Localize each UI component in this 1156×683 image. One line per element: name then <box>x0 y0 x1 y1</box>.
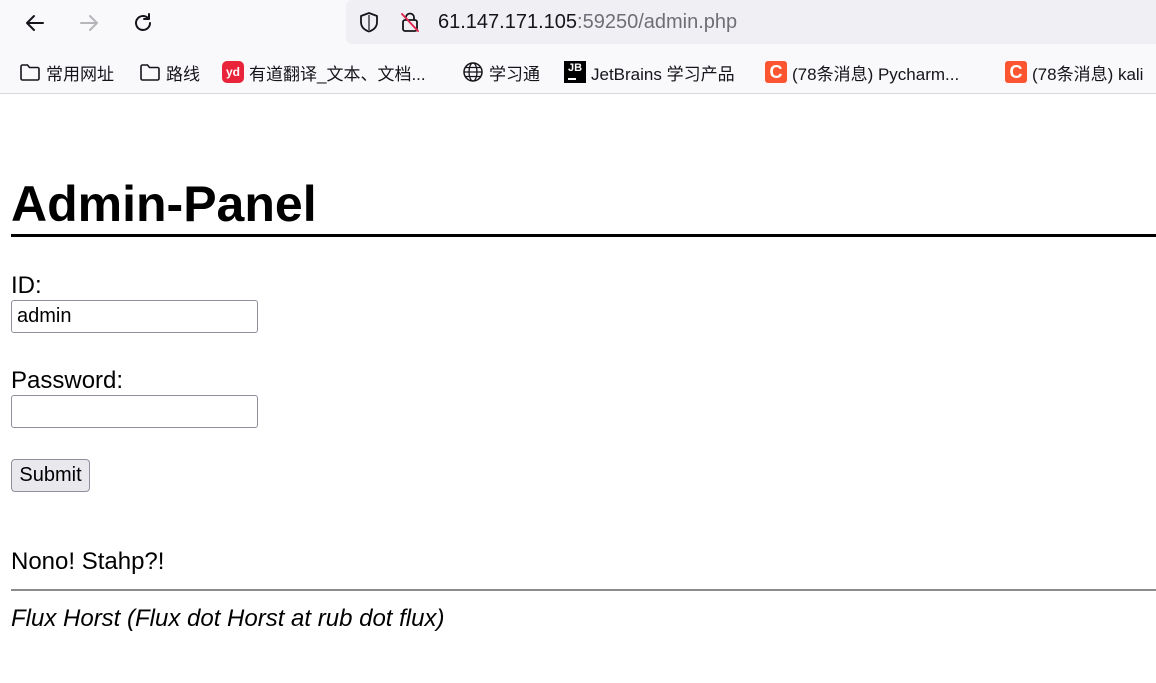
bookmark-label: 有道翻译_文本、文档... <box>249 64 426 84</box>
back-button[interactable] <box>19 7 51 39</box>
bookmark-label: (78条消息) Pycharm... <box>792 64 960 84</box>
url-host: 61.147.171.105 <box>438 11 578 33</box>
shield-icon[interactable] <box>358 11 380 33</box>
bookmark-label: 路线 <box>166 64 200 84</box>
bookmark-jetbrains[interactable]: JB JetBrains 学习产品 <box>564 60 735 84</box>
password-label: Password: <box>11 367 124 394</box>
browser-toolbar: 61.147.171.105:59250/admin.php <box>0 0 1156 46</box>
csdn-icon: C <box>1005 61 1027 83</box>
page-content: Admin-Panel ID: Password: Submit Nono! S… <box>0 95 1156 683</box>
bookmarks-bar: 常用网址 路线 yd 有道翻译_文本、文档... 学习通 JB JetBrain… <box>0 46 1156 94</box>
arrow-left-icon <box>26 15 44 31</box>
password-input[interactable] <box>11 395 258 428</box>
bookmark-folder-route[interactable]: 路线 <box>139 60 200 84</box>
arrow-right-icon <box>80 15 98 31</box>
bookmark-label: 常用网址 <box>46 64 114 84</box>
jetbrains-icon: JB <box>564 61 586 83</box>
folder-icon <box>139 61 161 83</box>
forward-button[interactable] <box>73 7 105 39</box>
divider <box>11 589 1156 591</box>
id-label: ID: <box>11 272 42 299</box>
bookmark-label: JetBrains 学习产品 <box>591 64 735 84</box>
insecure-lock-icon[interactable] <box>399 11 421 33</box>
status-message: Nono! Stahp?! <box>11 548 165 575</box>
folder-icon <box>19 61 41 83</box>
url-path: :59250/admin.php <box>577 11 738 33</box>
bookmark-label: (78条消息) kali <box>1032 64 1144 84</box>
page-title: Admin-Panel <box>11 176 1156 237</box>
bookmark-folder-common[interactable]: 常用网址 <box>19 60 114 84</box>
reload-button[interactable] <box>127 7 159 39</box>
csdn-icon: C <box>765 61 787 83</box>
bookmark-label: 学习通 <box>489 64 540 84</box>
reload-icon <box>135 13 151 31</box>
bookmark-csdn-pycharm[interactable]: C (78条消息) Pycharm... <box>765 60 959 84</box>
globe-icon <box>462 61 484 83</box>
bookmark-csdn-kali[interactable]: C (78条消息) kali <box>1005 60 1143 84</box>
bookmark-youdao[interactable]: yd 有道翻译_文本、文档... <box>222 60 426 84</box>
url-text[interactable]: 61.147.171.105:59250/admin.php <box>438 10 737 34</box>
footer-credit: Flux Horst (Flux dot Horst at rub dot fl… <box>11 605 445 632</box>
submit-button[interactable]: Submit <box>11 459 90 492</box>
bookmark-xuexitong[interactable]: 学习通 <box>462 60 540 84</box>
id-input[interactable] <box>11 300 258 333</box>
youdao-icon: yd <box>222 61 244 83</box>
